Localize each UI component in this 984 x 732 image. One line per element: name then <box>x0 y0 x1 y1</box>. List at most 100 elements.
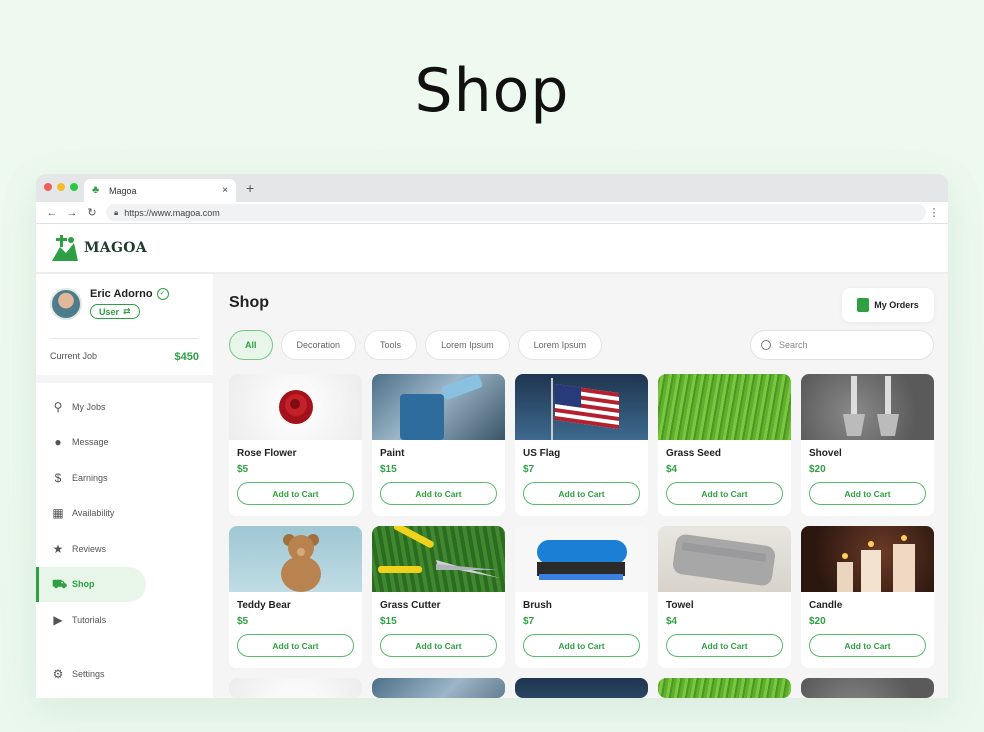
close-window-button[interactable] <box>44 183 52 191</box>
brush-image <box>515 526 648 592</box>
switch-role-icon: ⇄ <box>123 306 131 316</box>
grass-cutter-image <box>372 526 505 592</box>
sidebar-item-availability[interactable]: ▦ Availability <box>36 496 213 532</box>
current-job-label: Current Job <box>50 351 98 361</box>
product-card[interactable]: Towel $4 Add to Cart <box>658 526 791 668</box>
browser-tab[interactable]: ♣ Magoa × <box>84 179 236 202</box>
sidebar-item-tutorials[interactable]: ▶ Tutorials <box>36 602 213 638</box>
calendar-icon: ▦ <box>52 506 64 521</box>
tab-title: Magoa <box>109 185 137 196</box>
product-card[interactable] <box>658 678 791 698</box>
product-name: Grass Cutter <box>380 600 441 611</box>
magoa-logo-icon[interactable] <box>50 233 80 263</box>
sidebar-item-my-jobs[interactable]: ⚲ My Jobs <box>36 389 213 425</box>
product-card[interactable]: Rose Flower $5 Add to Cart <box>229 374 362 516</box>
avatar[interactable] <box>50 288 82 320</box>
cart-icon: ⛟ <box>52 577 68 592</box>
product-name: Towel <box>666 600 694 611</box>
product-price: $20 <box>809 464 826 475</box>
close-tab-icon[interactable]: × <box>222 185 228 196</box>
add-to-cart-button[interactable]: Add to Cart <box>380 482 497 505</box>
filter-chip-all[interactable]: All <box>229 330 273 360</box>
product-card[interactable] <box>801 678 934 698</box>
add-to-cart-button[interactable]: Add to Cart <box>809 634 926 657</box>
product-name: Rose Flower <box>237 448 297 459</box>
product-card[interactable] <box>229 678 362 698</box>
my-orders-button[interactable]: My Orders <box>842 288 934 322</box>
product-card[interactable]: Brush $7 Add to Cart <box>515 526 648 668</box>
logo-text: MAGOA <box>84 240 147 256</box>
sidebar-item-label: Shop <box>72 579 95 590</box>
add-to-cart-button[interactable]: Add to Cart <box>666 634 783 657</box>
role-badge[interactable]: User ⇄ <box>90 304 140 319</box>
product-card[interactable]: Candle $20 Add to Cart <box>801 526 934 668</box>
sidebar-item-shop[interactable]: ⛟ Shop <box>36 566 146 602</box>
add-to-cart-button[interactable]: Add to Cart <box>237 482 354 505</box>
add-to-cart-button[interactable]: Add to Cart <box>523 482 640 505</box>
paint-image <box>372 678 505 698</box>
back-arrow-icon[interactable]: ← <box>42 207 62 219</box>
product-card[interactable] <box>515 678 648 698</box>
product-name: Grass Seed <box>666 448 722 459</box>
grass-seed-image <box>658 374 791 440</box>
add-to-cart-button[interactable]: Add to Cart <box>809 482 926 505</box>
filter-chip-lorem-ipsum-2[interactable]: Lorem Ipsum <box>517 330 603 360</box>
current-job: Current Job $450 <box>50 338 199 363</box>
current-job-amount: $450 <box>174 351 199 363</box>
product-card[interactable]: Grass Seed $4 Add to Cart <box>658 374 791 516</box>
address-bar: ← → ↻ 🔒︎ https://www.magoa.com ⋮ <box>36 202 948 224</box>
sidebar-item-reviews[interactable]: ★ Reviews <box>36 531 213 567</box>
filter-chip-lorem-ipsum[interactable]: Lorem Ipsum <box>425 330 510 360</box>
product-card[interactable]: Shovel $20 Add to Cart <box>801 374 934 516</box>
reload-icon[interactable]: ↻ <box>82 206 102 219</box>
gear-icon: ⚙ <box>52 667 64 682</box>
section-title: Shop <box>229 294 269 311</box>
filter-chip-decoration[interactable]: Decoration <box>280 330 357 360</box>
shovel-image <box>801 374 934 440</box>
lock-icon: 🔒︎ <box>114 207 119 217</box>
sidebar: Eric Adorno ✓ User ⇄ Current Job $450 ⚲ … <box>36 274 213 698</box>
dollar-icon: $ <box>54 470 62 485</box>
sidebar-item-settings[interactable]: ⚙ Settings <box>36 657 105 693</box>
minimize-window-button[interactable] <box>57 183 65 191</box>
candle-image <box>801 526 934 592</box>
verified-icon: ✓ <box>156 288 169 300</box>
product-name: Candle <box>809 600 843 611</box>
maximize-window-button[interactable] <box>70 183 78 191</box>
search-input[interactable]: Search <box>750 330 934 360</box>
shop-main: Shop My Orders All Decoration Tools Lore… <box>213 274 948 698</box>
product-card[interactable]: Paint $15 Add to Cart <box>372 374 505 516</box>
product-card[interactable]: US Flag $7 Add to Cart <box>515 374 648 516</box>
sidebar-item-message[interactable]: ● Message <box>36 425 213 461</box>
app-header: MAGOA <box>36 224 948 274</box>
sidebar-nav: ⚲ My Jobs ● Message $ Earnings ▦ Availab… <box>36 383 213 638</box>
url-text: https://www.magoa.com <box>124 207 220 218</box>
filter-chip-tools[interactable]: Tools <box>364 330 418 360</box>
product-card[interactable] <box>372 678 505 698</box>
product-price: $15 <box>380 616 397 627</box>
sidebar-item-label: Earnings <box>72 472 108 483</box>
role-label: User <box>99 306 120 317</box>
broom-icon: ⚲ <box>53 399 63 414</box>
sidebar-item-label: Settings <box>72 669 105 680</box>
my-orders-label: My Orders <box>874 300 919 310</box>
sidebar-item-earnings[interactable]: $ Earnings <box>36 460 213 496</box>
new-tab-icon[interactable]: + <box>246 180 254 196</box>
browser-window: ♣ Magoa × + ← → ↻ 🔒︎ https://www.magoa.c… <box>36 174 948 698</box>
product-name: Teddy Bear <box>237 600 291 611</box>
product-card[interactable]: Grass Cutter $15 Add to Cart <box>372 526 505 668</box>
towel-image <box>658 526 791 592</box>
sidebar-item-label: Availability <box>72 508 115 519</box>
browser-tabbar: ♣ Magoa × + <box>36 174 948 202</box>
add-to-cart-button[interactable]: Add to Cart <box>237 634 354 657</box>
add-to-cart-button[interactable]: Add to Cart <box>666 482 783 505</box>
us-flag-image <box>515 678 648 698</box>
add-to-cart-button[interactable]: Add to Cart <box>523 634 640 657</box>
forward-arrow-icon[interactable]: → <box>62 207 82 219</box>
product-card[interactable]: Teddy Bear $5 Add to Cart <box>229 526 362 668</box>
product-price: $20 <box>809 616 826 627</box>
product-name: Shovel <box>809 448 842 459</box>
browser-menu-icon[interactable]: ⋮ <box>926 206 942 219</box>
add-to-cart-button[interactable]: Add to Cart <box>380 634 497 657</box>
url-field[interactable]: 🔒︎ https://www.magoa.com <box>106 204 926 221</box>
